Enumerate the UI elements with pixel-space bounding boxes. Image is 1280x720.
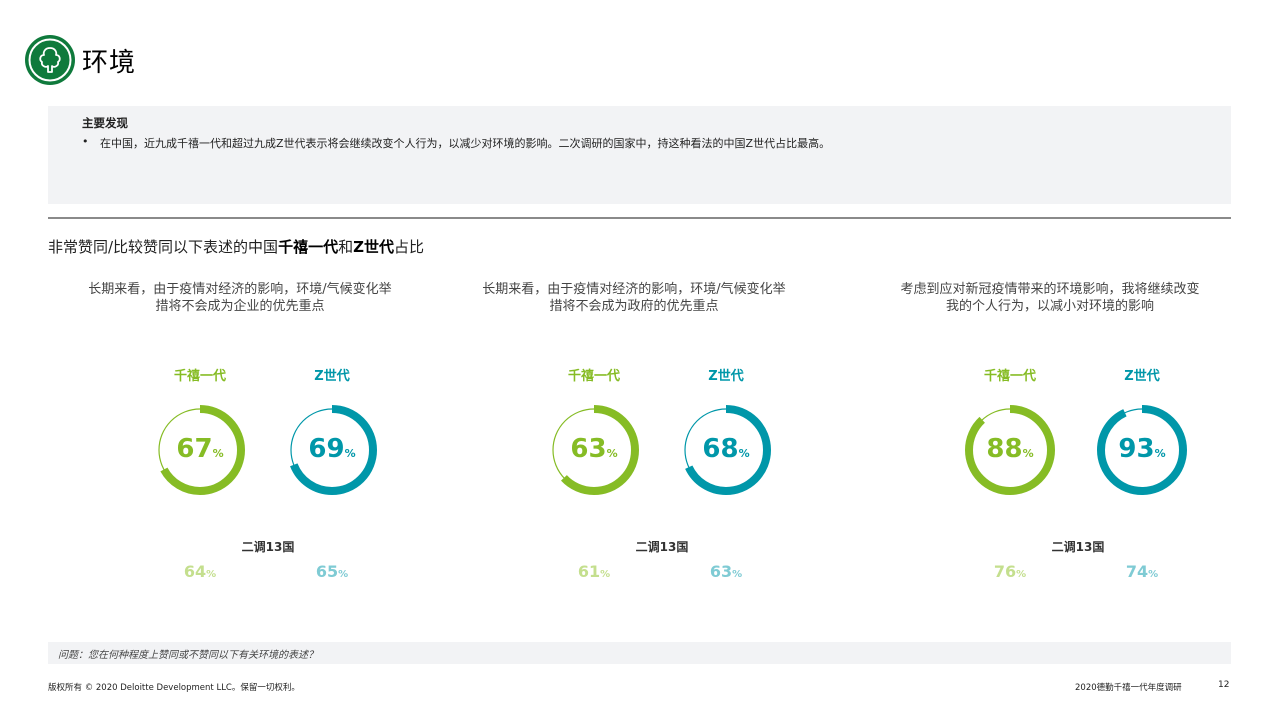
section-title-and: 和 [338,238,354,256]
millennials-value-number: 88 [986,434,1023,464]
millennials-comparison-percent-sign: % [1016,569,1027,580]
millennials-value: 63% [539,432,649,471]
genz-comparison: 65% [277,562,387,581]
statement-text: 长期来看，由于疫情对经济的影响，环境/气候变化举 措将不会成为企业的优先重点 [70,281,410,315]
millennials-value: 67% [145,432,255,471]
statement-line: 长期来看，由于疫情对经济的影响，环境/气候变化举 [482,282,786,297]
genz-comparison-percent-sign: % [732,569,743,580]
genz-comparison-number: 63 [709,562,733,581]
statement-line: 我的个人行为，以减小对环境的影响 [945,299,1154,314]
report-name: 2020德勤千禧一代年度调研 [1075,683,1182,693]
tree-icon [25,35,75,85]
key-finding-item: • 在中国，近九成千禧一代和超过九成Z世代表示将会继续改变个人行为，以减少对环境… [82,135,1231,151]
genz-value: 68% [671,432,781,471]
millennials-value-percent-sign: % [1022,447,1034,460]
key-findings-box: 主要发现 • 在中国，近九成千禧一代和超过九成Z世代表示将会继续改变个人行为，以… [48,106,1231,204]
millennials-label: 千禧一代 [173,369,226,384]
section-divider [48,217,1231,219]
key-findings-heading: 主要发现 [82,116,128,130]
millennials-value-percent-sign: % [212,447,224,460]
genz-comparison-number: 65 [315,562,339,581]
genz-comparison-number: 74 [1125,562,1149,581]
statement-line: 长期来看，由于疫情对经济的影响，环境/气候变化举 [88,282,392,297]
bullet-icon: • [82,135,89,148]
genz-label: Z世代 [314,369,350,384]
page-title: 环境 [82,48,137,78]
millennials-value-number: 67 [176,434,213,464]
comparison-label: 二调13国 [241,540,295,554]
section-title-prefix: 非常赞同/比较赞同以下表述的中国 [48,238,279,256]
copyright: 版权所有 © 2020 Deloitte Development LLC。保留一… [48,683,300,693]
comparison-label: 二调13国 [635,540,689,554]
section-title-genz: Z世代 [353,238,394,256]
section-title-millennials: 千禧一代 [278,238,339,256]
page-number: 12 [1218,680,1230,690]
key-finding-text: 在中国，近九成千禧一代和超过九成Z世代表示将会继续改变个人行为，以减少对环境的影… [100,137,831,150]
genz-label: Z世代 [708,369,744,384]
genz-label: Z世代 [1124,369,1160,384]
genz-value-percent-sign: % [1154,447,1166,460]
millennials-comparison-percent-sign: % [600,569,611,580]
millennials-value: 88% [955,432,1065,471]
millennials-comparison-number: 76 [993,562,1017,581]
millennials-comparison: 76% [955,562,1065,581]
genz-value: 93% [1087,432,1197,471]
genz-comparison: 63% [671,562,781,581]
genz-value-number: 69 [308,434,345,464]
question-note: 问题：您在何种程度上赞同或不赞同以下有关环境的表述？ [48,642,1231,664]
millennials-comparison: 61% [539,562,649,581]
millennials-label: 千禧一代 [567,369,620,384]
statement-line: 考虑到应对新冠疫情带来的环境影响，我将继续改变 [900,282,1200,297]
millennials-comparison: 64% [145,562,255,581]
genz-value-percent-sign: % [738,447,750,460]
comparison-label: 二调13国 [1051,540,1105,554]
millennials-comparison-number: 61 [577,562,601,581]
millennials-value-percent-sign: % [606,447,618,460]
genz-comparison-percent-sign: % [1148,569,1159,580]
genz-value: 69% [277,432,387,471]
statement-line: 措将不会成为企业的优先重点 [155,299,325,314]
genz-value-number: 68 [702,434,739,464]
genz-value-number: 93 [1118,434,1155,464]
millennials-comparison-number: 64 [183,562,207,581]
section-title-suffix: 占比 [393,238,424,256]
genz-value-percent-sign: % [344,447,356,460]
genz-comparison-percent-sign: % [338,569,349,580]
statement-line: 措将不会成为政府的优先重点 [549,299,719,314]
statement-text: 考虑到应对新冠疫情带来的环境影响，我将继续改变 我的个人行为，以减小对环境的影响 [880,281,1220,315]
millennials-label: 千禧一代 [983,369,1036,384]
section-title: 非常赞同/比较赞同以下表述的中国千禧一代和Z世代占比 [48,236,424,257]
millennials-comparison-percent-sign: % [206,569,217,580]
statement-text: 长期来看，由于疫情对经济的影响，环境/气候变化举 措将不会成为政府的优先重点 [464,281,804,315]
genz-comparison: 74% [1087,562,1197,581]
millennials-value-number: 63 [570,434,607,464]
